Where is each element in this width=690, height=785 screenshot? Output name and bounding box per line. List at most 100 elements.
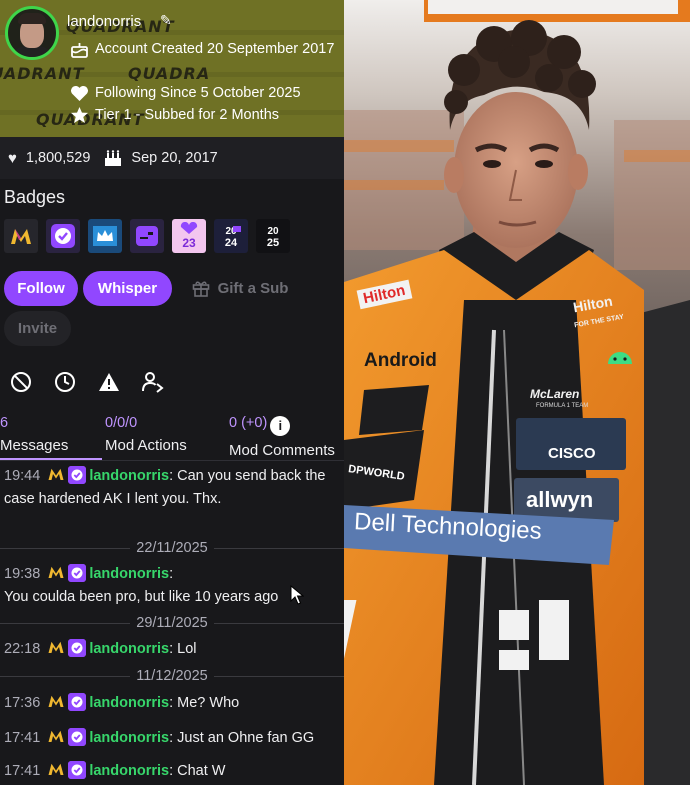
tier-text: Tier 1 - Subbed for 2 Months [95, 107, 280, 123]
tab-mod-actions[interactable]: 0/0/0 Mod Actions [105, 415, 187, 454]
message-username[interactable]: landonorris [89, 641, 169, 657]
chat-message: 17:36 landonorris: Me? Who [4, 692, 239, 715]
android-logo: Android [364, 350, 437, 371]
m-logo-icon [48, 695, 64, 707]
year-2025-icon[interactable]: 20 25 [256, 219, 290, 253]
whisper-button[interactable]: Whisper [83, 271, 172, 306]
mod-actions-count: 0/0/0 [105, 415, 138, 431]
tab-mod-comments[interactable]: 0 (+0) i Mod Comments [229, 415, 335, 459]
mod-comments-count-value: 0 (+0) [229, 415, 268, 431]
ban-icon[interactable] [10, 370, 32, 394]
message-username[interactable]: landonorris [89, 695, 169, 711]
mclaren-logo: McLaren [530, 387, 580, 401]
edit-pencil-icon[interactable]: ✎ [160, 12, 172, 29]
gift-sub-label: Gift a Sub [217, 280, 289, 297]
follower-count: 1,800,529 [25, 150, 91, 166]
add-mod-icon[interactable] [142, 370, 164, 394]
message-username[interactable]: landonorris [89, 566, 169, 582]
message-timestamp: 17:41 [4, 763, 41, 779]
year-2023-icon[interactable]: 23 [172, 219, 206, 253]
verified-check-icon [68, 639, 87, 657]
following-since-text: Following Since 5 October 2025 [95, 85, 301, 101]
user-card: QUADRANT QUADRANT QUADRA QUADRANT landon… [0, 0, 344, 785]
chat-message: 22:18 landonorris: Lol [4, 638, 197, 661]
m-logo-icon[interactable] [4, 219, 38, 253]
avatar-hair-shape [18, 13, 46, 24]
account-created-text: Account Created 20 September 2017 [95, 41, 335, 57]
banner-watermark: QUADRA [128, 64, 211, 83]
chat-message: 19:38 landonorris: [4, 563, 173, 586]
badges-heading: Badges [4, 187, 66, 207]
verified-check-icon[interactable] [46, 219, 80, 253]
follow-button[interactable]: Follow [4, 271, 78, 306]
m-logo-icon [48, 763, 64, 775]
verified-check-icon [68, 728, 87, 746]
info-icon[interactable]: i [270, 415, 291, 436]
m-logo-icon [48, 730, 64, 742]
crown-icon[interactable] [88, 219, 122, 253]
separator-date: 29/11/2025 [130, 615, 214, 631]
warn-icon[interactable] [98, 370, 120, 394]
profile-banner: QUADRANT QUADRANT QUADRA QUADRANT landon… [0, 0, 344, 137]
chat-message: 19:44 landonorris: Can you send back the… [4, 465, 340, 511]
date-separator: 29/11/2025 [0, 615, 344, 631]
gift-icon [192, 280, 210, 297]
separator-label: 29/11/2025 [0, 615, 344, 631]
chat-message: 17:41 landonorris: Just an Ohne fan GG [4, 727, 314, 750]
tier-row: Tier 1 - Subbed for 2 Months [70, 104, 344, 126]
avatar[interactable] [5, 6, 59, 60]
cake-icon [70, 38, 92, 60]
invite-button[interactable]: Invite [4, 311, 71, 346]
separator-label: 11/12/2025 [0, 668, 344, 684]
svg-text:20: 20 [267, 226, 279, 237]
star-icon [70, 104, 92, 126]
message-timestamp: 19:44 [4, 468, 41, 484]
mouse-cursor-icon [290, 584, 305, 610]
messages-count: 6 [0, 415, 9, 431]
allwyn-logo: allwyn [526, 487, 594, 512]
tab-divider [0, 460, 344, 461]
mod-comments-count: 0 (+0) i [229, 415, 335, 436]
message-text: : Lol [169, 641, 197, 657]
message-text-line: You coulda been pro, but like 10 years a… [4, 589, 279, 605]
birthday-cake-icon [104, 149, 122, 167]
chat-message: 17:41 landonorris: Chat W [4, 760, 226, 783]
message-username[interactable]: landonorris [89, 730, 169, 746]
mod-actions-label: Mod Actions [105, 437, 187, 454]
subscriber-icon[interactable] [130, 219, 164, 253]
following-since-row: Following Since 5 October 2025 [70, 82, 344, 104]
message-username[interactable]: landonorris [89, 468, 169, 484]
banner-watermark: QUADRANT [0, 64, 85, 83]
timeout-icon[interactable] [54, 370, 76, 394]
verified-check-icon [68, 466, 87, 484]
creation-date: Sep 20, 2017 [131, 150, 218, 166]
message-username[interactable]: landonorris [89, 763, 169, 779]
year-2024-icon[interactable]: 20 24 [214, 219, 248, 253]
m-logo-icon [48, 566, 64, 578]
m-logo-icon [48, 641, 64, 653]
date-separator: 22/11/2025 [0, 540, 344, 556]
mod-tools [10, 370, 164, 394]
badges-list: 23 20 24 20 25 [4, 219, 290, 253]
svg-text:23: 23 [182, 236, 196, 250]
followers-heart-icon: ♥ [8, 149, 17, 167]
verified-check-icon [68, 761, 87, 779]
message-text: : Me? Who [169, 695, 240, 711]
gift-sub-button[interactable]: Gift a Sub [180, 271, 300, 306]
separator-date: 22/11/2025 [130, 540, 214, 556]
mclaren-tagline: FORMULA 1 TEAM [536, 403, 589, 409]
message-timestamp: 17:41 [4, 730, 41, 746]
streamer-photo: Hilton Hilton FOR THE STAY Android McLar… [344, 0, 690, 785]
tab-messages[interactable]: 6 Messages [0, 415, 68, 454]
heart-icon [70, 82, 92, 104]
message-text: : [169, 566, 174, 582]
svg-text:25: 25 [267, 237, 279, 249]
message-text: : Chat W [169, 763, 226, 779]
date-separator: 11/12/2025 [0, 668, 344, 684]
account-created-row: Account Created 20 September 2017 [70, 38, 344, 60]
mod-comments-label: Mod Comments [229, 441, 335, 459]
separator-date: 11/12/2025 [130, 668, 214, 684]
svg-text:24: 24 [225, 237, 238, 249]
message-timestamp: 17:36 [4, 695, 41, 711]
username[interactable]: landonorris [67, 13, 141, 30]
